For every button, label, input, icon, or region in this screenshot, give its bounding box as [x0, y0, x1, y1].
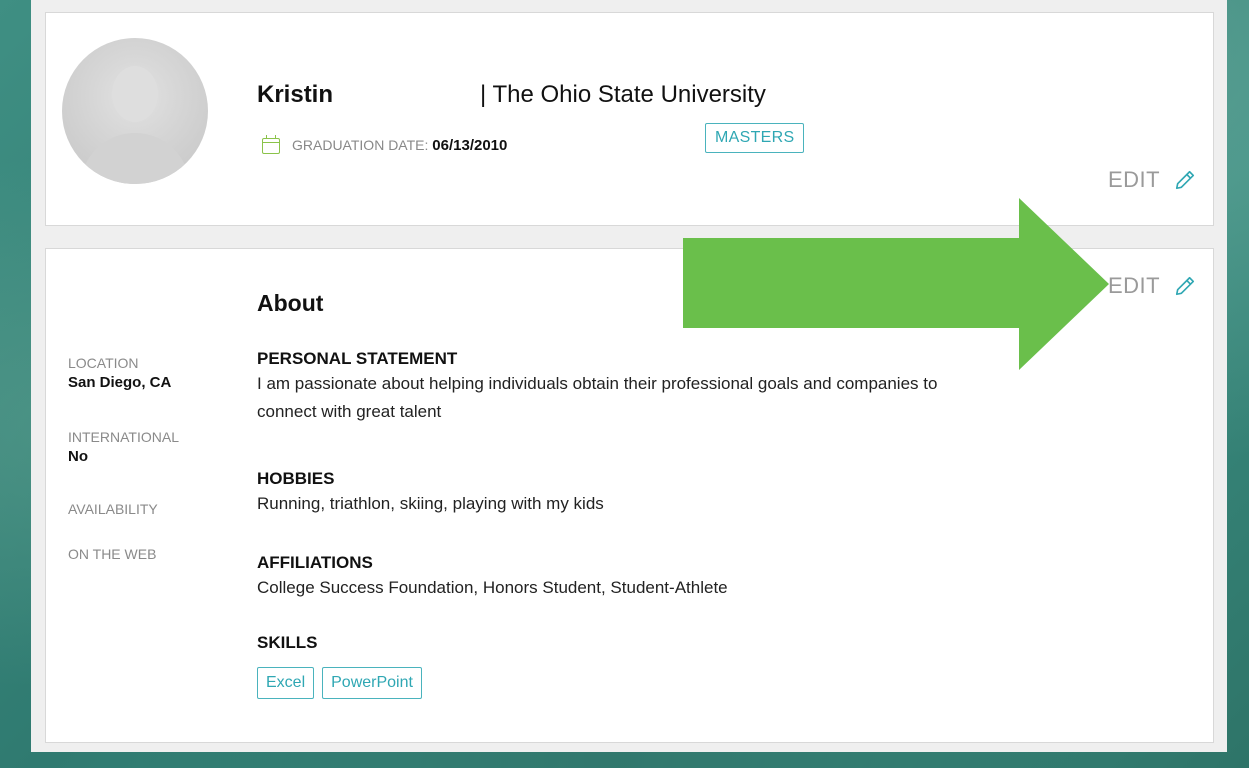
location-label: LOCATION — [68, 355, 139, 371]
affiliations-text: College Success Foundation, Honors Stude… — [257, 578, 728, 597]
edit-profile-button[interactable]: EDIT — [1108, 167, 1196, 193]
personal-statement-line1: I am passionate about helping individual… — [257, 374, 938, 393]
profile-name: Kristin — [257, 81, 334, 108]
arrow-annotation — [683, 198, 1109, 370]
hobbies-heading: HOBBIES — [257, 469, 335, 488]
degree-badge: MASTERS — [705, 123, 805, 153]
about-title: About — [257, 290, 324, 316]
skill-chip-excel: Excel — [257, 667, 315, 699]
edit-label: EDIT — [1108, 167, 1161, 192]
calendar-icon — [262, 134, 280, 154]
hobbies-text: Running, triathlon, skiing, playing with… — [257, 494, 604, 513]
avatar-head — [112, 66, 158, 122]
avatar-shoulders — [80, 133, 190, 184]
graduation-date: 06/13/2010 — [432, 137, 508, 154]
profile-card: Kristin | The Ohio State University GRAD… — [45, 12, 1214, 226]
graduation-label: GRADUATION DATE: 06/13/2010 — [292, 137, 508, 154]
skills-heading: SKILLS — [257, 633, 318, 652]
avatar[interactable] — [62, 38, 208, 184]
sidebar-location: LOCATION San Diego, CA — [68, 355, 171, 391]
personal-statement-line2: connect with great talent — [257, 402, 442, 421]
location-value: San Diego, CA — [68, 374, 172, 391]
skills-section: SKILLS — [257, 633, 1157, 653]
hobbies-section: HOBBIES Running, triathlon, skiing, play… — [257, 469, 1157, 517]
pencil-icon — [1176, 276, 1195, 296]
on-the-web-label: ON THE WEB — [68, 546, 157, 562]
graduation-row: GRADUATION DATE: 06/13/2010 — [262, 134, 508, 154]
affiliations-section: AFFILIATIONS College Success Foundation,… — [257, 553, 1157, 601]
skills-list: Excel PowerPoint — [257, 667, 422, 699]
affiliations-heading: AFFILIATIONS — [257, 553, 373, 572]
availability-label: AVAILABILITY — [68, 501, 158, 517]
international-value: No — [68, 448, 88, 465]
pencil-icon — [1176, 170, 1195, 190]
skill-chip-powerpoint: PowerPoint — [322, 667, 422, 699]
profile-school: | The Ohio State University — [480, 81, 766, 108]
sidebar-international: INTERNATIONAL No — [68, 429, 179, 465]
international-label: INTERNATIONAL — [68, 429, 179, 445]
